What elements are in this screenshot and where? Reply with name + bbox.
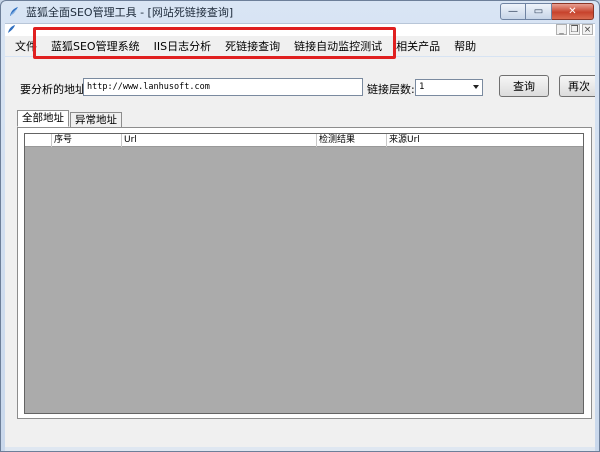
menu-link-monitor[interactable]: 链接自动监控测试 <box>287 38 389 54</box>
minimize-button[interactable]: — <box>500 3 526 20</box>
column-header-url[interactable]: Url <box>122 134 317 147</box>
menu-dead-link-query[interactable]: 死链接查询 <box>218 38 287 54</box>
title-bar[interactable]: 蓝狐全面SEO管理工具 - [网站死链接查询] — ▭ ✕ <box>1 1 599 23</box>
grid-corner-cell <box>25 134 52 147</box>
query-button[interactable]: 查询 <box>499 75 549 97</box>
chevron-down-icon <box>473 85 479 89</box>
results-grid[interactable]: 序号 Url 检测结果 来源Url <box>24 133 584 414</box>
status-bar <box>5 447 595 451</box>
tab-abnormal-addresses[interactable]: 异常地址 <box>70 112 122 127</box>
mdi-minimize-button[interactable]: _ <box>556 24 567 35</box>
column-header-source-url[interactable]: 来源Url <box>387 134 583 147</box>
retry-button[interactable]: 再次 <box>559 75 595 97</box>
menu-file[interactable]: 文件 <box>5 38 44 54</box>
depth-select[interactable]: 1 <box>415 79 483 96</box>
minimize-icon: — <box>508 6 518 17</box>
app-logo-icon <box>7 5 21 19</box>
window-controls: — ▭ ✕ <box>500 3 594 20</box>
depth-label: 链接层数: <box>367 83 415 96</box>
menu-seo-system[interactable]: 蓝狐SEO管理系统 <box>44 38 147 54</box>
menu-bar: 文件 蓝狐SEO管理系统 IIS日志分析 死链接查询 链接自动监控测试 相关产品… <box>5 36 595 56</box>
url-input[interactable]: http://www.lanhusoft.com <box>83 78 363 96</box>
tab-all-addresses[interactable]: 全部地址 <box>17 110 69 127</box>
client-area: 要分析的地址: http://www.lanhusoft.com 链接层数: 1… <box>5 57 595 447</box>
close-icon: ✕ <box>568 6 577 17</box>
menu-related-products[interactable]: 相关产品 <box>389 38 447 54</box>
depth-value: 1 <box>419 82 425 92</box>
grid-header: 序号 Url 检测结果 来源Url <box>25 134 583 147</box>
mdi-controls: _ ❐ × <box>556 24 593 35</box>
url-label: 要分析的地址: <box>20 83 90 96</box>
tab-panel: 序号 Url 检测结果 来源Url <box>17 127 592 419</box>
tab-strip: 全部地址 异常地址 <box>17 110 122 127</box>
window-title: 蓝狐全面SEO管理工具 - [网站死链接查询] <box>26 6 234 19</box>
column-header-index[interactable]: 序号 <box>52 134 122 147</box>
maximize-button[interactable]: ▭ <box>526 3 552 20</box>
mdi-close-button[interactable]: × <box>582 24 593 35</box>
maximize-icon: ▭ <box>533 6 544 17</box>
mdi-restore-button[interactable]: ❐ <box>569 24 580 35</box>
menu-help[interactable]: 帮助 <box>447 38 483 54</box>
close-button[interactable]: ✕ <box>552 3 594 20</box>
mdi-child-strip: _ ❐ × <box>5 23 595 36</box>
column-header-result[interactable]: 检测结果 <box>317 134 387 147</box>
app-window: 蓝狐全面SEO管理工具 - [网站死链接查询] — ▭ ✕ _ ❐ × 文件 蓝… <box>0 0 600 452</box>
menu-iis-log[interactable]: IIS日志分析 <box>147 38 218 54</box>
